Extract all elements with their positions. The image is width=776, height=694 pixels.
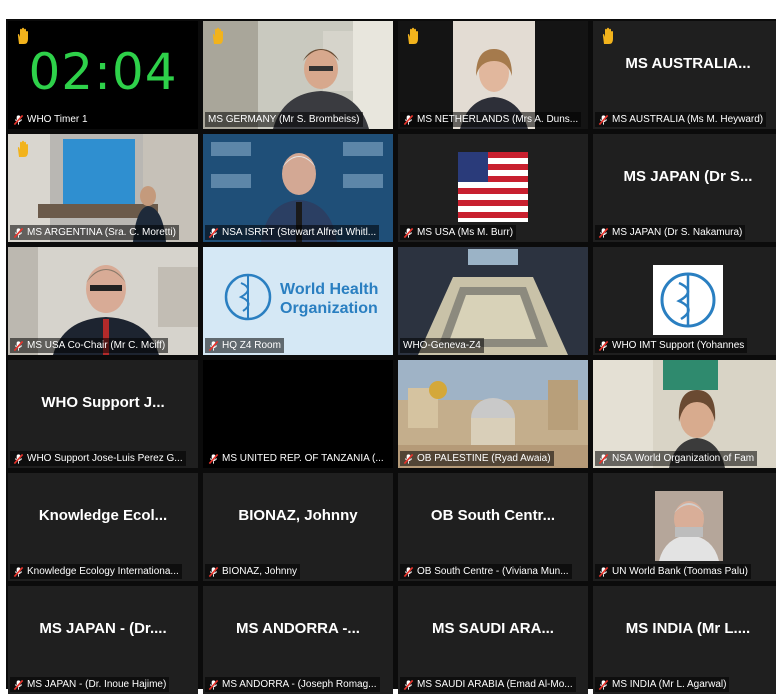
participant-display-name: OB South Centr... xyxy=(430,507,556,524)
muted-microphone-icon xyxy=(403,227,414,239)
participant-name-label: WHO Support Jose-Luis Perez G... xyxy=(10,451,186,466)
participant-name-label: MS JAPAN (Dr S. Nakamura) xyxy=(595,225,746,240)
participant-tile[interactable]: WHO Support J... WHO Support Jose-Luis P… xyxy=(8,360,198,468)
muted-microphone-icon xyxy=(208,679,219,691)
participant-display-name: MS AUSTRALIA... xyxy=(625,55,751,72)
muted-microphone-icon xyxy=(208,227,219,239)
participant-name-label: WHO IMT Support (Yohannes xyxy=(595,338,748,353)
video-gallery: 02:04 WHO Timer 1 MS GERMANY (Mr S. Brom… xyxy=(6,19,776,694)
participant-name-label: MS GERMANY (Mr S. Brombeiss) xyxy=(205,112,363,127)
participant-tile[interactable]: MS JAPAN (Dr S... MS JAPAN (Dr S. Nakamu… xyxy=(593,134,776,242)
participant-name-label: NSA World Organization of Fam xyxy=(595,451,758,466)
participant-name-label: MS ARGENTINA (Sra. C. Moretti) xyxy=(10,225,179,240)
muted-microphone-icon xyxy=(598,566,609,578)
muted-microphone-icon xyxy=(403,453,414,465)
muted-microphone-icon xyxy=(598,679,609,691)
muted-microphone-icon xyxy=(403,679,414,691)
muted-microphone-icon xyxy=(208,453,219,465)
participant-tile[interactable]: MS INDIA (Mr L.... MS INDIA (Mr L. Agarw… xyxy=(593,586,776,694)
participant-display-name: BIONAZ, Johnny xyxy=(238,507,358,524)
participant-tile[interactable]: WHO IMT Support (Yohannes xyxy=(593,247,776,355)
muted-microphone-icon xyxy=(598,453,609,465)
participant-tile[interactable]: 02:04 WHO Timer 1 xyxy=(8,21,198,129)
participant-name-label: MS ANDORRA - (Joseph Romag... xyxy=(205,677,380,692)
participant-name-label: WHO-Geneva-Z4 xyxy=(400,338,484,353)
participant-name-label: MS NETHERLANDS (Mrs A. Duns... xyxy=(400,112,582,127)
participant-tile[interactable]: NSA ISRRT (Stewart Alfred Whitl... xyxy=(203,134,393,242)
muted-microphone-icon xyxy=(403,566,414,578)
muted-microphone-icon xyxy=(598,114,609,126)
participant-tile[interactable]: MS UNITED REP. OF TANZANIA (... xyxy=(203,360,393,468)
participant-name-label: OB PALESTINE (Ryad Awaia) xyxy=(400,451,554,466)
participant-name-label: NSA ISRRT (Stewart Alfred Whitl... xyxy=(205,225,380,240)
muted-microphone-icon xyxy=(598,227,609,239)
muted-microphone-icon xyxy=(13,340,24,352)
muted-microphone-icon xyxy=(13,453,24,465)
participant-tile[interactable]: UN World Bank (Toomas Palu) xyxy=(593,473,776,581)
participant-name-label: MS UNITED REP. OF TANZANIA (... xyxy=(205,451,387,466)
participant-name-label: OB South Centre - (Viviana Mun... xyxy=(400,564,572,579)
who-logo-line1: World Health xyxy=(280,281,378,298)
muted-microphone-icon xyxy=(13,227,24,239)
participant-tile[interactable]: MS USA Co-Chair (Mr C. Mciff) xyxy=(8,247,198,355)
participant-tile-active-speaker[interactable]: MS GERMANY (Mr S. Brombeiss) xyxy=(203,21,393,129)
participant-tile[interactable]: MS SAUDI ARA... MS SAUDI ARABIA (Emad Al… xyxy=(398,586,588,694)
raised-hand-icon xyxy=(209,27,227,45)
muted-microphone-icon xyxy=(208,566,219,578)
participant-tile[interactable]: NSA World Organization of Fam xyxy=(593,360,776,468)
participant-display-name: WHO Support J... xyxy=(41,394,165,411)
participant-display-name: MS ANDORRA -... xyxy=(236,620,360,637)
participant-tile[interactable]: WHO-Geneva-Z4 xyxy=(398,247,588,355)
participant-tile[interactable]: MS USA (Ms M. Burr) xyxy=(398,134,588,242)
muted-microphone-icon xyxy=(13,679,24,691)
participant-tile[interactable]: MS AUSTRALIA... MS AUSTRALIA (Ms M. Heyw… xyxy=(593,21,776,129)
participant-name-label: HQ Z4 Room xyxy=(205,338,284,353)
participant-tile[interactable]: World Health Organization HQ Z4 Room xyxy=(203,247,393,355)
participant-name-label: BIONAZ, Johnny xyxy=(205,564,301,579)
participant-display-name: MS INDIA (Mr L.... xyxy=(625,620,751,637)
participant-tile[interactable]: MS JAPAN - (Dr.... MS JAPAN - (Dr. Inoue… xyxy=(8,586,198,694)
participant-name-label: MS JAPAN - (Dr. Inoue Hajime) xyxy=(10,677,170,692)
who-logo-line2: Organization xyxy=(280,300,378,317)
countdown-timer: 02:04 xyxy=(28,43,178,101)
muted-microphone-icon xyxy=(403,114,414,126)
participant-tile[interactable]: OB PALESTINE (Ryad Awaia) xyxy=(398,360,588,468)
participant-display-name: MS JAPAN (Dr S... xyxy=(623,168,753,185)
participant-display-name: Knowledge Ecol... xyxy=(38,507,168,524)
participant-display-name: MS SAUDI ARA... xyxy=(432,620,554,637)
participant-name-label: WHO Timer 1 xyxy=(10,112,91,127)
participant-tile[interactable]: OB South Centr... OB South Centre - (Viv… xyxy=(398,473,588,581)
participant-display-name: MS JAPAN - (Dr.... xyxy=(39,620,167,637)
raised-hand-icon xyxy=(599,27,617,45)
raised-hand-icon xyxy=(404,27,422,45)
participant-name-label: Knowledge Ecology Internationa... xyxy=(10,564,182,579)
participant-name-label: MS INDIA (Mr L. Agarwal) xyxy=(595,677,730,692)
participant-name-label: UN World Bank (Toomas Palu) xyxy=(595,564,751,579)
raised-hand-icon xyxy=(14,140,32,158)
participant-name-label: MS SAUDI ARABIA (Emad Al-Mo... xyxy=(400,677,576,692)
participant-name-label: MS USA Co-Chair (Mr C. Mciff) xyxy=(10,338,169,353)
participant-tile[interactable]: MS ANDORRA -... MS ANDORRA - (Joseph Rom… xyxy=(203,586,393,694)
participant-name-label: MS USA (Ms M. Burr) xyxy=(400,225,517,240)
muted-microphone-icon xyxy=(13,566,24,578)
muted-microphone-icon xyxy=(208,340,219,352)
participant-tile[interactable]: MS NETHERLANDS (Mrs A. Duns... xyxy=(398,21,588,129)
participant-tile[interactable]: Knowledge Ecol... Knowledge Ecology Inte… xyxy=(8,473,198,581)
participant-tile[interactable]: BIONAZ, Johnny BIONAZ, Johnny xyxy=(203,473,393,581)
participant-name-label: MS AUSTRALIA (Ms M. Heyward) xyxy=(595,112,767,127)
participant-tile[interactable]: MS ARGENTINA (Sra. C. Moretti) xyxy=(8,134,198,242)
muted-microphone-icon xyxy=(598,340,609,352)
muted-microphone-icon xyxy=(13,114,24,126)
